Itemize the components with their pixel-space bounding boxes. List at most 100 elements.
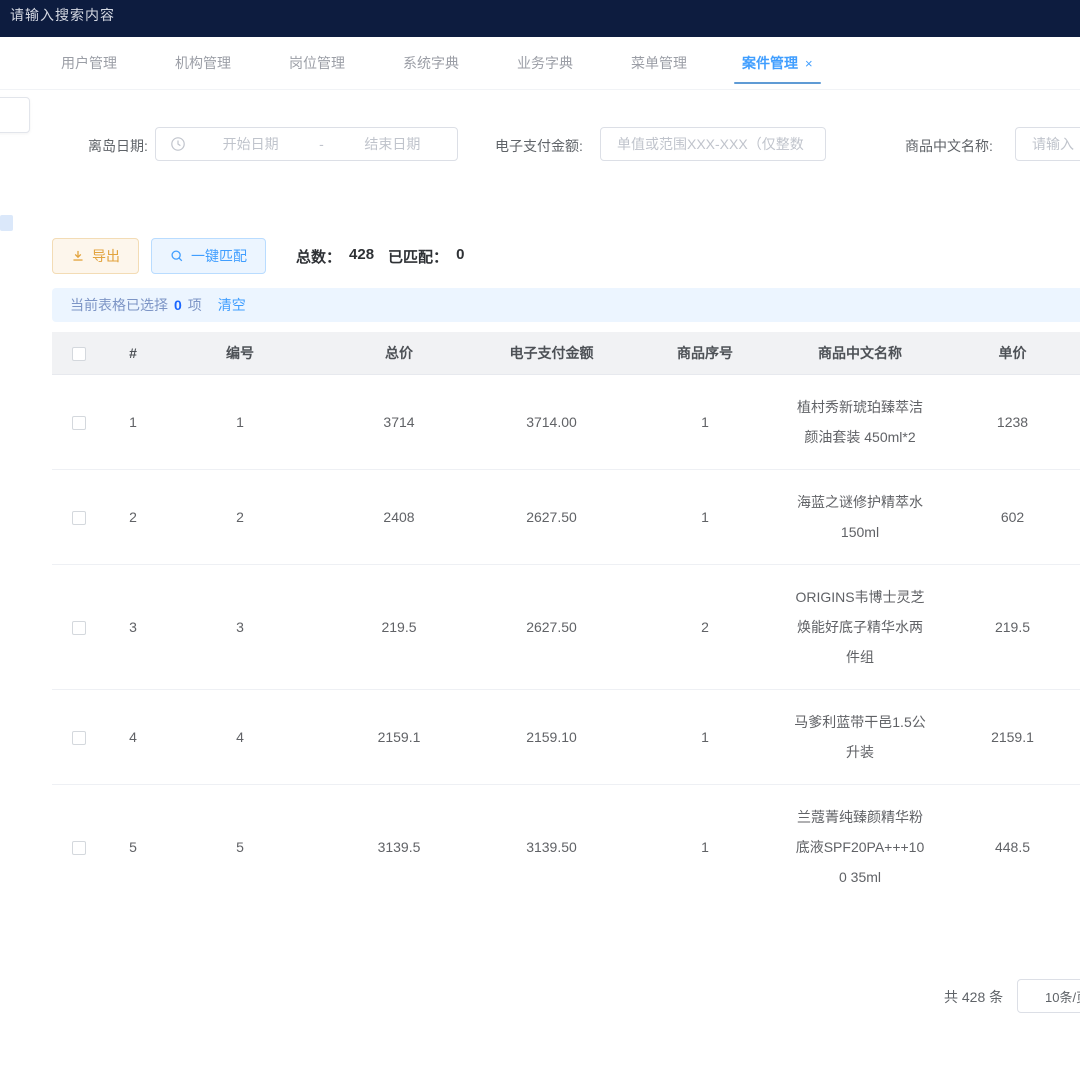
cell-total: 3714 bbox=[320, 374, 478, 469]
row-checkbox[interactable] bbox=[72, 731, 86, 745]
cell-unit: 448.5 bbox=[935, 784, 1080, 908]
cell-epay: 2627.50 bbox=[478, 564, 625, 689]
tab-3[interactable]: 岗位管理 bbox=[286, 37, 348, 89]
cell-index: 3 bbox=[106, 564, 160, 689]
table-header-row: #编号总价电子支付金额商品序号商品中文名称单价 bbox=[52, 332, 1080, 374]
cell-name: 兰蔻菁纯臻颜精华粉底液SPF20PA+++100 35ml bbox=[785, 784, 935, 908]
cell-total: 219.5 bbox=[320, 564, 478, 689]
product-name-label: 商品中文名称: bbox=[905, 136, 993, 156]
download-icon bbox=[71, 249, 85, 263]
cell-unit: 1238 bbox=[935, 374, 1080, 469]
column-header: 编号 bbox=[160, 332, 320, 374]
cell-seq: 1 bbox=[625, 374, 785, 469]
cell-index: 5 bbox=[106, 784, 160, 908]
page-size-select[interactable]: 10条/页 bbox=[1017, 979, 1080, 1013]
tab-5[interactable]: 业务字典 bbox=[514, 37, 576, 89]
epay-amount-label: 电子支付金额: bbox=[495, 136, 583, 156]
date-start-placeholder[interactable]: 开始日期 bbox=[186, 134, 315, 154]
cell-total: 2408 bbox=[320, 469, 478, 564]
toolbar: 导出 一键匹配 总数： 428 已匹配： 0 bbox=[0, 238, 1080, 274]
date-range-picker[interactable]: 开始日期 - 结束日期 bbox=[155, 127, 458, 161]
cell-seq: 1 bbox=[625, 784, 785, 908]
table-body: 1137143714.001植村秀新琥珀臻萃洁颜油套装 450ml*212382… bbox=[52, 374, 1080, 908]
tab-4[interactable]: 系统字典 bbox=[400, 37, 462, 89]
date-filter-label: 离岛日期: bbox=[88, 136, 148, 156]
cell-epay: 2159.10 bbox=[478, 689, 625, 784]
row-checkbox[interactable] bbox=[72, 621, 86, 635]
match-button-label: 一键匹配 bbox=[191, 246, 247, 266]
pagination: 共 428 条 10条/页 bbox=[0, 978, 1080, 1014]
header-checkbox-cell bbox=[52, 332, 106, 374]
tab-label: 岗位管理 bbox=[289, 53, 345, 73]
cell-name: 海蓝之谜修护精萃水 150ml bbox=[785, 469, 935, 564]
clock-icon bbox=[170, 136, 186, 152]
data-table-wrap: #编号总价电子支付金额商品序号商品中文名称单价 1137143714.001植村… bbox=[52, 332, 1080, 908]
search-icon bbox=[170, 249, 184, 263]
row-checkbox-cell bbox=[52, 784, 106, 908]
tab-bar: 用户管理 机构管理 岗位管理 系统字典 业务字典 菜单管理 案件管理 × bbox=[0, 37, 1080, 90]
table-row: 2224082627.501海蓝之谜修护精萃水 150ml602 bbox=[52, 469, 1080, 564]
cell-code: 5 bbox=[160, 784, 320, 908]
cell-seq: 2 bbox=[625, 564, 785, 689]
column-header: 单价 bbox=[935, 332, 1080, 374]
cropped-left-chip bbox=[0, 215, 13, 231]
epay-amount-input[interactable]: 单值或范围XXX-XXX（仅整数 bbox=[600, 127, 826, 161]
selection-count: 0 bbox=[174, 297, 182, 313]
tab-7[interactable]: 案件管理 × bbox=[742, 37, 813, 89]
date-end-placeholder[interactable]: 结束日期 bbox=[328, 134, 457, 154]
cell-epay: 3139.50 bbox=[478, 784, 625, 908]
column-header: 商品中文名称 bbox=[785, 332, 935, 374]
data-table: #编号总价电子支付金额商品序号商品中文名称单价 1137143714.001植村… bbox=[52, 332, 1080, 908]
export-button[interactable]: 导出 bbox=[52, 238, 139, 274]
cell-code: 1 bbox=[160, 374, 320, 469]
select-all-checkbox[interactable] bbox=[72, 347, 86, 361]
column-header: 电子支付金额 bbox=[478, 332, 625, 374]
tab-1[interactable]: 用户管理 bbox=[58, 37, 120, 89]
tab-2[interactable]: 机构管理 bbox=[172, 37, 234, 89]
tab-label: 机构管理 bbox=[175, 53, 231, 73]
tab-label: 用户管理 bbox=[61, 53, 117, 73]
tab-label: 系统字典 bbox=[403, 53, 459, 73]
cell-epay: 3714.00 bbox=[478, 374, 625, 469]
date-separator: - bbox=[315, 136, 328, 152]
cell-unit: 602 bbox=[935, 469, 1080, 564]
row-checkbox[interactable] bbox=[72, 511, 86, 525]
row-checkbox-cell bbox=[52, 469, 106, 564]
row-checkbox[interactable] bbox=[72, 416, 86, 430]
cell-total: 3139.5 bbox=[320, 784, 478, 908]
row-checkbox[interactable] bbox=[72, 841, 86, 855]
top-header-bar: 请输入搜索内容 bbox=[0, 0, 1080, 37]
tab-label: 菜单管理 bbox=[631, 53, 687, 73]
row-checkbox-cell bbox=[52, 564, 106, 689]
cell-index: 1 bbox=[106, 374, 160, 469]
tab-close-icon[interactable]: × bbox=[805, 56, 813, 71]
total-count-value: 428 bbox=[349, 246, 374, 267]
matched-count-value: 0 bbox=[456, 246, 464, 267]
tab-label: 案件管理 bbox=[742, 53, 798, 73]
cell-name: 马爹利蓝带干邑1.5公升装 bbox=[785, 689, 935, 784]
cell-seq: 1 bbox=[625, 469, 785, 564]
column-header: 商品序号 bbox=[625, 332, 785, 374]
selection-alert: 当前表格已选择 0 项 清空 bbox=[52, 288, 1080, 322]
column-header: 总价 bbox=[320, 332, 478, 374]
column-header: # bbox=[106, 332, 160, 374]
row-checkbox-cell bbox=[52, 689, 106, 784]
one-click-match-button[interactable]: 一键匹配 bbox=[151, 238, 266, 274]
cell-name: ORIGINS韦博士灵芝焕能好底子精华水两件组 bbox=[785, 564, 935, 689]
clear-selection-link[interactable]: 清空 bbox=[218, 295, 246, 315]
table-row: 1137143714.001植村秀新琥珀臻萃洁颜油套装 450ml*21238 bbox=[52, 374, 1080, 469]
tab-6[interactable]: 菜单管理 bbox=[628, 37, 690, 89]
cell-epay: 2627.50 bbox=[478, 469, 625, 564]
cell-code: 4 bbox=[160, 689, 320, 784]
selection-prefix: 当前表格已选择 bbox=[70, 295, 168, 315]
filter-bar: 离岛日期: 开始日期 - 结束日期 电子支付金额: 单值或范围XXX-XXX（仅… bbox=[0, 90, 1080, 180]
table-row: 553139.53139.501兰蔻菁纯臻颜精华粉底液SPF20PA+++100… bbox=[52, 784, 1080, 908]
tab-label: 业务字典 bbox=[517, 53, 573, 73]
product-name-input[interactable]: 请输入 bbox=[1015, 127, 1080, 161]
global-search-input[interactable]: 请输入搜索内容 bbox=[10, 7, 115, 23]
cell-total: 2159.1 bbox=[320, 689, 478, 784]
cell-seq: 1 bbox=[625, 689, 785, 784]
cell-unit: 219.5 bbox=[935, 564, 1080, 689]
matched-count-label: 已匹配： bbox=[388, 246, 448, 267]
cell-unit: 2159.1 bbox=[935, 689, 1080, 784]
